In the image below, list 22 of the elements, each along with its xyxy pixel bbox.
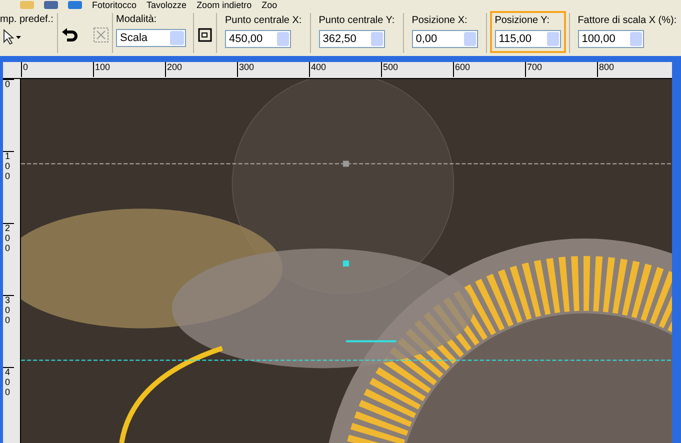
mode-label: Modalità: <box>116 13 158 26</box>
menu-item[interactable]: Zoom indietro <box>196 0 252 10</box>
menu-item[interactable]: Fotoritocco <box>92 0 137 10</box>
mode-dropdown[interactable]: Scala <box>116 29 186 47</box>
reset-icon[interactable] <box>93 27 109 43</box>
number-field[interactable]: 362,50 <box>318 30 385 48</box>
field-label: Posizione X: <box>412 14 468 27</box>
undo-arrow-icon[interactable] <box>61 27 79 43</box>
number-field[interactable]: 115,00 <box>494 30 561 48</box>
number-field[interactable]: 450,00 <box>225 30 291 48</box>
field-label: Posizione Y: <box>494 14 551 27</box>
field-label: Fattore di scala X (%): <box>578 14 677 27</box>
horizontal-ruler: 0 100 200 300 400 500 600 700 800 <box>3 62 672 79</box>
bounding-box-icon[interactable] <box>197 27 213 43</box>
number-field[interactable]: 100,00 <box>578 30 644 48</box>
number-field[interactable]: 0,00 <box>412 30 478 48</box>
preset-label: mp. predef.: <box>0 13 54 26</box>
field-label: Punto centrale X: <box>225 14 302 27</box>
menu-item[interactable]: Zoo <box>262 0 278 10</box>
field-label: Punto centrale Y: <box>318 14 395 27</box>
vertical-ruler: 0 1 0 0 2 0 0 3 0 0 4 0 0 <box>3 79 21 443</box>
menu-item[interactable]: Tavolozze <box>146 0 187 10</box>
